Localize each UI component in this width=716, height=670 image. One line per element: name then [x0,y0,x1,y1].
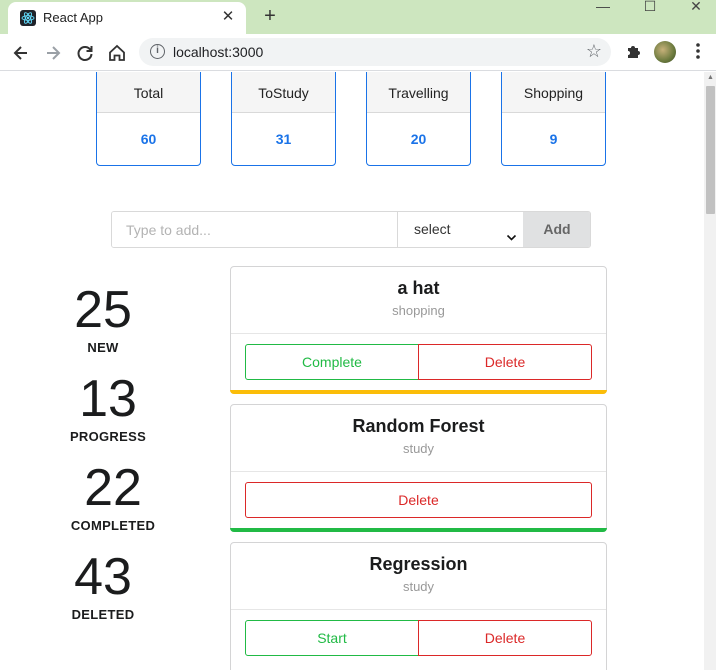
delete-button[interactable]: Delete [418,344,592,380]
scrollbar-thumb[interactable] [706,86,715,214]
status-bar [230,528,607,532]
summary-value: 31 [275,131,292,147]
back-arrow-icon[interactable] [8,40,34,66]
item-category: study [402,441,435,456]
summary-card-travelling: Travelling 20 [366,72,471,166]
tab-title: React App [43,10,103,25]
window-minimize-button[interactable]: — [580,0,626,14]
browser-titlebar: React App ✕ + — ☐ ✕ [0,0,716,34]
stat-value: 13 [79,370,137,428]
star-icon[interactable]: ☆ [586,41,602,62]
item-title: a hat [397,278,440,298]
delete-button[interactable]: Delete [418,620,592,656]
stat-new: 25 NEW [43,284,163,355]
summary-value: 9 [549,131,558,147]
home-icon[interactable] [104,40,130,66]
start-button[interactable]: Start [245,620,419,656]
stat-value: 25 [74,281,132,339]
page-viewport: Total 60 ToStudy 31 Travelling 20 Shoppi… [0,72,716,670]
item-card: Regression study Start Delete [230,542,607,670]
scroll-up-icon[interactable]: ▲ [707,74,714,81]
item-category: shopping [392,303,445,318]
window-maximize-button[interactable]: ☐ [627,0,673,14]
react-logo-icon [20,10,36,26]
stat-progress: 13 PROGRESS [48,373,168,444]
add-item-input[interactable] [112,212,398,247]
add-button[interactable]: Add [523,212,590,247]
avatar[interactable] [654,41,676,63]
window-close-button[interactable]: ✕ [673,0,716,14]
complete-button[interactable]: Complete [245,344,419,380]
browser-toolbar: i localhost:3000 ☆ [0,34,716,71]
item-title: Random Forest [352,416,485,436]
item-category: study [402,579,435,594]
new-tab-button[interactable]: + [258,4,282,28]
stat-deleted: 43 DELETED [43,551,163,622]
address-bar[interactable]: i localhost:3000 ☆ [139,38,611,66]
puzzle-icon[interactable] [623,40,645,62]
item-title: Regression [369,554,468,574]
reload-icon[interactable] [72,40,98,66]
item-card: Random Forest study Delete [230,404,607,532]
chevron-down-icon [506,223,517,247]
address-url[interactable]: localhost:3000 [173,44,263,60]
category-select-value: select [414,221,451,237]
summary-card-shopping: Shopping 9 [501,72,606,166]
delete-button[interactable]: Delete [245,482,592,518]
item-card: a hat shopping Complete Delete [230,266,607,394]
summary-value: 20 [410,131,427,147]
browser-tab[interactable]: React App ✕ [8,2,246,34]
summary-value: 60 [140,131,157,147]
stat-label: COMPLETED [70,518,156,533]
summary-label: ToStudy [232,72,335,113]
tab-close-icon[interactable]: ✕ [218,7,238,27]
stat-completed: 22 COMPLETED [53,462,173,533]
summary-card-tostudy: ToStudy 31 [231,72,336,166]
stat-value: 22 [84,459,142,517]
forward-arrow-icon[interactable] [40,40,66,66]
stat-label: NEW [87,340,119,355]
page-scrollbar[interactable]: ▲ [704,72,716,670]
stat-label: PROGRESS [69,429,147,444]
summary-card-total: Total 60 [96,72,201,166]
summary-label: Shopping [502,72,605,113]
summary-label: Travelling [367,72,470,113]
summary-label: Total [97,72,200,113]
stat-value: 43 [74,548,132,606]
kebab-menu-icon[interactable] [688,40,708,62]
stat-label: DELETED [71,607,135,622]
add-item-form: select Add [111,211,591,248]
category-select[interactable]: select [398,212,523,247]
info-icon[interactable]: i [150,44,165,59]
status-bar [230,390,607,394]
